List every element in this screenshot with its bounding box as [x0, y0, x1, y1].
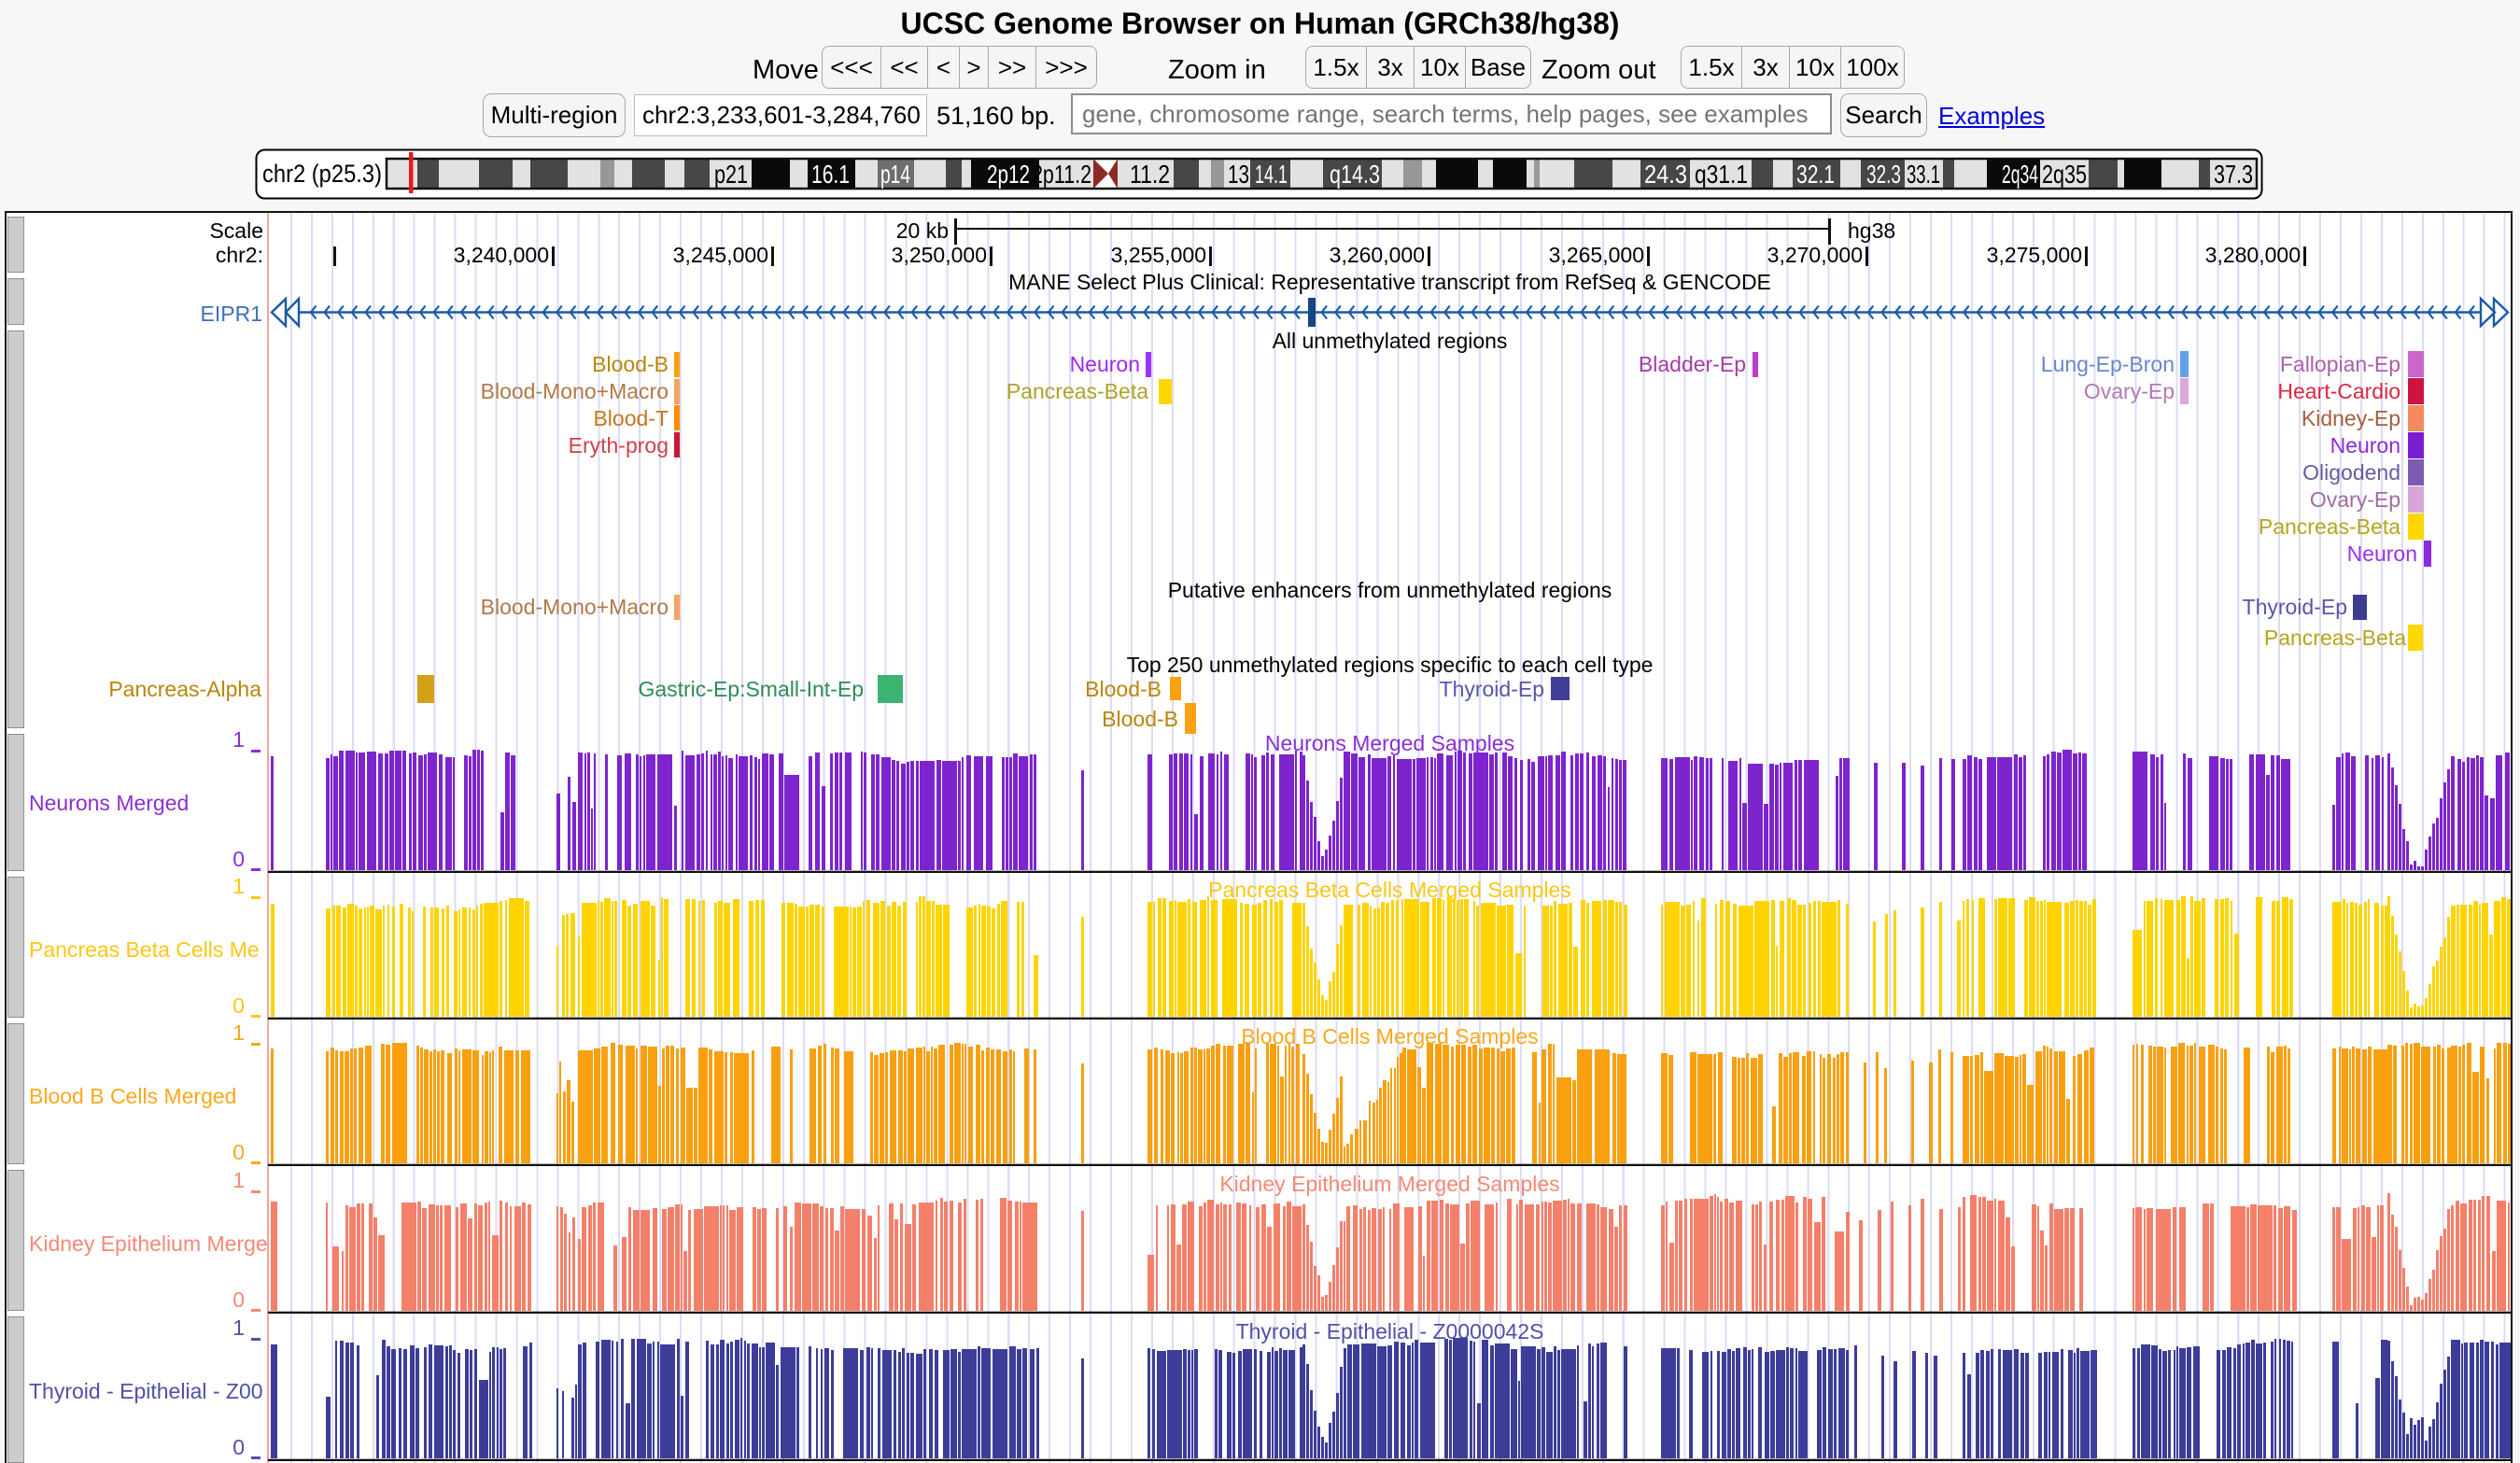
svg-text:2p12: 2p12	[987, 160, 1030, 189]
svg-text:p21: p21	[714, 160, 748, 189]
svg-text:2p11.2: 2p11.2	[1032, 160, 1091, 189]
svg-text:q14.3: q14.3	[1330, 160, 1380, 189]
svg-text:24.3: 24.3	[1644, 160, 1687, 189]
svg-text:14.1: 14.1	[1255, 160, 1288, 189]
svg-text:q31.1: q31.1	[1695, 160, 1748, 189]
svg-text:32.1: 32.1	[1796, 160, 1835, 189]
svg-text:11.2: 11.2	[1130, 160, 1170, 189]
svg-text:2q34: 2q34	[2002, 160, 2038, 189]
svg-text:32.3: 32.3	[1866, 160, 1901, 189]
svg-text:chr2 (p25.3): chr2 (p25.3)	[262, 160, 382, 188]
svg-text:2q35: 2q35	[2042, 160, 2087, 189]
svg-text:p14: p14	[880, 160, 910, 189]
svg-text:37.3: 37.3	[2214, 160, 2253, 189]
svg-text:13: 13	[1228, 160, 1249, 189]
svg-text:16.1: 16.1	[811, 160, 850, 189]
svg-text:33.1: 33.1	[1907, 160, 1940, 189]
